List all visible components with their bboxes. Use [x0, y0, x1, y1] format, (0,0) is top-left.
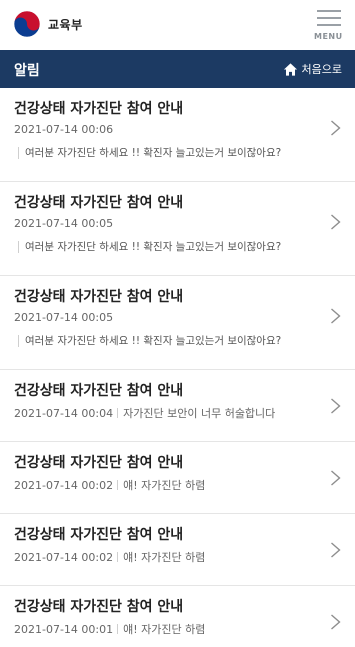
notification-title: 건강상태 자가진단 참여 안내 [14, 195, 184, 211]
meta-divider [117, 408, 119, 418]
notification-date: 2021-07-14 00:02 [14, 479, 114, 492]
notification-item[interactable]: 건강상태 자가진단 참여 안내 2021-07-14 00:02 얘! 자가진단 … [0, 442, 355, 514]
notification-date: 2021-07-14 00:04 [14, 407, 114, 420]
taegeuk-icon [13, 10, 41, 38]
notification-title: 건강상태 자가진단 참여 안내 [14, 101, 184, 117]
notification-preview: 여러분 자가진단 하세요 !! 확진자 늘고있는거 보이잖아요? [18, 241, 281, 253]
notification-item[interactable]: 건강상태 자가진단 참여 안내 2021-07-14 00:05 여러분 자가진… [0, 276, 355, 370]
notification-summary: 얘! 자가진단 하렴 [123, 551, 206, 564]
notification-meta: 2021-07-14 00:04 자가진단 보안이 너무 허술합니다 [14, 405, 275, 421]
notification-item[interactable]: 건강상태 자가진단 참여 안내 2021-07-14 00:02 얘! 자가진단 … [0, 514, 355, 586]
notification-meta: 2021-07-14 00:01 얘! 자가진단 하렴 [14, 621, 205, 637]
meta-divider [117, 624, 119, 634]
home-button[interactable]: 처음으로 [283, 61, 342, 77]
chevron-right-icon [331, 308, 341, 324]
page-title: 알림 [14, 63, 40, 79]
notification-summary: 자가진단 보안이 너무 허술합니다 [123, 407, 276, 420]
meta-divider [117, 480, 119, 490]
notification-date: 2021-07-14 00:06 [14, 123, 114, 136]
home-icon [283, 62, 297, 76]
notification-meta: 2021-07-14 00:05 [14, 217, 113, 230]
notification-item[interactable]: 건강상태 자가진단 참여 안내 2021-07-14 00:01 얘! 자가진단 … [0, 586, 355, 647]
hamburger-line [317, 24, 341, 26]
notification-item[interactable]: 건강상태 자가진단 참여 안내 2021-07-14 00:06 여러분 자가진… [0, 88, 355, 182]
notification-item[interactable]: 건강상태 자가진단 참여 안내 2021-07-14 00:05 여러분 자가진… [0, 182, 355, 276]
notification-date: 2021-07-14 00:05 [14, 311, 114, 324]
notification-date: 2021-07-14 00:05 [14, 217, 114, 230]
notification-item[interactable]: 건강상태 자가진단 참여 안내 2021-07-14 00:04 자가진단 보안이… [0, 370, 355, 442]
notification-title: 건강상태 자가진단 참여 안내 [14, 599, 184, 615]
chevron-right-icon [331, 398, 341, 414]
home-label: 처음으로 [301, 63, 342, 76]
notification-date: 2021-07-14 00:02 [14, 551, 114, 564]
notification-date: 2021-07-14 00:01 [14, 623, 114, 636]
notification-meta: 2021-07-14 00:06 [14, 123, 113, 136]
notification-preview: 여러분 자가진단 하세요 !! 확진자 늘고있는거 보이잖아요? [18, 335, 281, 347]
notification-summary: 얘! 자가진단 하렴 [123, 623, 206, 636]
top-bar: 교육부 MENU [0, 0, 355, 50]
page-title-bar: 알림 처음으로 [0, 50, 355, 88]
ministry-logo[interactable]: 교육부 [12, 9, 83, 39]
menu-button[interactable]: MENU [314, 8, 343, 42]
chevron-right-icon [331, 614, 341, 630]
chevron-right-icon [331, 470, 341, 486]
notification-summary: 얘! 자가진단 하렴 [123, 479, 206, 492]
meta-divider [117, 552, 119, 562]
notification-meta: 2021-07-14 00:02 얘! 자가진단 하렴 [14, 549, 205, 565]
notification-title: 건강상태 자가진단 참여 안내 [14, 455, 184, 471]
notification-title: 건강상태 자가진단 참여 안내 [14, 289, 184, 305]
hamburger-icon [317, 10, 341, 12]
chevron-right-icon [331, 542, 341, 558]
menu-label: MENU [314, 32, 343, 41]
hamburger-line [317, 17, 341, 19]
notification-meta: 2021-07-14 00:05 [14, 311, 113, 324]
chevron-right-icon [331, 120, 341, 136]
notification-title: 건강상태 자가진단 참여 안내 [14, 527, 184, 543]
notification-title: 건강상태 자가진단 참여 안내 [14, 383, 184, 399]
notification-meta: 2021-07-14 00:02 얘! 자가진단 하렴 [14, 477, 205, 493]
ministry-name: 교육부 [48, 17, 83, 32]
chevron-right-icon [331, 214, 341, 230]
notification-preview: 여러분 자가진단 하세요 !! 확진자 늘고있는거 보이잖아요? [18, 147, 281, 159]
